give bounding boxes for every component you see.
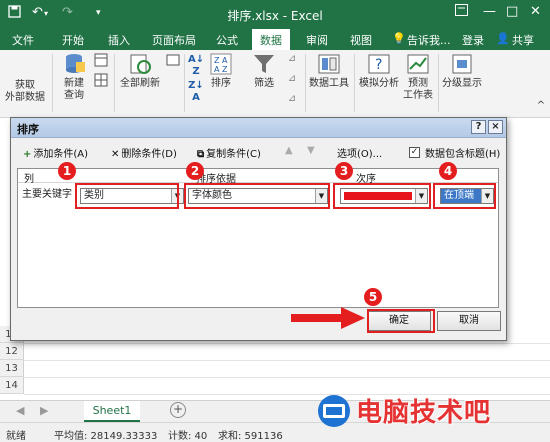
step-badge-3: 3 <box>335 162 353 180</box>
watermark-text: 电脑技术吧 <box>356 398 492 428</box>
copy-icon: ⧉ <box>197 149 205 160</box>
scroll-right-icon[interactable]: ▶ <box>40 404 48 417</box>
new-query-button[interactable]: 新建 查询 <box>56 52 92 102</box>
sort-az-icon: Z AA Z <box>210 53 232 75</box>
step-badge-5: 5 <box>364 288 382 306</box>
tab-page-layout[interactable]: 页面布局 <box>152 32 196 48</box>
svg-text:Z A: Z A <box>214 56 228 65</box>
forecast-icon <box>407 54 429 74</box>
data-tools-button[interactable]: 数据工具 <box>306 52 352 90</box>
move-down-icon[interactable]: ▼ <box>307 145 315 156</box>
minimize-icon[interactable]: — <box>483 4 496 19</box>
dialog-title-bar: 排序 ? × <box>11 118 506 138</box>
outline-button[interactable]: 分级显示 <box>440 52 484 90</box>
ribbon-options-icon[interactable] <box>455 4 468 20</box>
callout-box-2 <box>184 183 330 209</box>
move-up-icon[interactable]: ▲ <box>285 145 293 156</box>
dialog-toolbar: + 添加条件(A) ✕ 删除条件(D) ⧉ 复制条件(C) ▲ ▼ 选项(O)... … <box>11 142 506 164</box>
status-count: 计数: 40 <box>168 431 208 442</box>
maximize-icon[interactable]: □ <box>506 4 518 19</box>
cancel-button[interactable]: 取消 <box>437 311 501 331</box>
tab-insert[interactable]: 插入 <box>108 32 130 48</box>
from-table-icon[interactable] <box>92 73 110 91</box>
row-header[interactable]: 13 <box>0 360 24 377</box>
status-ready: 就绪 <box>6 431 26 442</box>
status-average: 平均值: 28149.33333 <box>54 431 158 442</box>
what-if-icon: ? <box>368 54 390 74</box>
primary-key-label: 主要关键字 <box>22 189 72 200</box>
options-button[interactable]: 选项(O)... <box>337 145 382 160</box>
watermark-logo-icon <box>318 395 350 427</box>
watermark: 电脑技术吧 <box>312 392 547 432</box>
tab-review[interactable]: 审阅 <box>306 32 328 48</box>
svg-text:A Z: A Z <box>214 65 228 74</box>
add-level-button[interactable]: + 添加条件(A) <box>23 145 88 160</box>
add-icon: + <box>23 149 32 160</box>
sign-in-link[interactable]: 登录 <box>462 32 484 48</box>
connections-icon[interactable] <box>164 53 182 71</box>
data-tools-icon <box>318 54 340 74</box>
show-queries-icon[interactable] <box>92 53 110 71</box>
column-header-col: 列 <box>24 174 34 185</box>
sort-ascending-icon[interactable]: A↓ Z <box>188 54 204 78</box>
callout-box-5 <box>367 309 435 333</box>
tab-data[interactable]: 数据 <box>252 29 290 50</box>
close-icon[interactable]: ✕ <box>530 4 541 19</box>
tab-home[interactable]: 开始 <box>62 32 84 48</box>
sheet-tab-sheet1[interactable]: Sheet1 <box>84 401 140 422</box>
sort-button[interactable]: Z AA Z 排序 <box>206 52 236 90</box>
tab-view[interactable]: 视图 <box>350 32 372 48</box>
collapse-ribbon-icon[interactable]: ^ <box>535 100 547 112</box>
sort-descending-icon[interactable]: Z↓ A <box>188 80 204 104</box>
database-icon <box>66 54 85 73</box>
outline-icon <box>452 54 472 74</box>
add-sheet-button[interactable]: + <box>170 402 186 418</box>
share-icon[interactable]: 👤 <box>496 32 510 45</box>
step-badge-2: 2 <box>186 162 204 180</box>
help-button[interactable]: ? <box>471 120 486 134</box>
sort-levels-header: 列 排序依据 次序 <box>18 169 498 185</box>
advanced-filter-icon[interactable]: ⊿ <box>283 93 301 105</box>
step-badge-4: 4 <box>439 162 457 180</box>
svg-text:?: ? <box>375 57 382 73</box>
reapply-icon[interactable]: ⊿ <box>283 73 301 85</box>
tab-formulas[interactable]: 公式 <box>216 32 238 48</box>
has-header-label: 数据包含标题(H) <box>425 149 501 160</box>
row-header[interactable]: 14 <box>0 377 24 394</box>
sort-dialog: 排序 ? × + 添加条件(A) ✕ 删除条件(D) ⧉ 复制条件(C) ▲ ▼ 选项… <box>10 117 507 341</box>
callout-box-4 <box>433 183 496 209</box>
tab-file[interactable]: 文件 <box>12 32 34 48</box>
clear-filter-icon[interactable]: ⊿ <box>283 53 301 65</box>
filter-button[interactable]: 筛选 <box>246 52 282 90</box>
delete-level-button[interactable]: ✕ 删除条件(D) <box>111 145 177 160</box>
refresh-all-button[interactable]: 全部刷新 <box>116 52 164 90</box>
filter-icon <box>254 55 274 73</box>
what-if-analysis-button[interactable]: ? 模拟分析 <box>356 52 402 90</box>
get-external-data-button[interactable]: 获取 外部数据 <box>2 80 48 104</box>
callout-box-1 <box>75 183 179 209</box>
dialog-close-button[interactable]: × <box>488 120 503 134</box>
has-header-checkbox[interactable]: ✓ <box>409 147 420 158</box>
scroll-left-icon[interactable]: ◀ <box>16 404 24 417</box>
delete-icon: ✕ <box>111 149 120 160</box>
share-button[interactable]: 共享 <box>512 32 534 48</box>
copy-level-button[interactable]: ⧉ 复制条件(C) <box>197 145 261 160</box>
lightbulb-icon: 💡 <box>392 32 406 45</box>
callout-box-3 <box>333 183 431 209</box>
refresh-icon <box>130 54 151 74</box>
tell-me-search[interactable]: 告诉我... <box>407 32 451 48</box>
dialog-title: 排序 <box>17 123 39 136</box>
ribbon-tabs: 文件 开始 插入 页面布局 公式 数据 审阅 视图 💡 告诉我... 登录 👤 … <box>0 28 550 50</box>
ribbon: 获取 外部数据 新建 查询 全部刷新 A↓ Z Z↓ A Z AA Z 排序 筛选 … <box>0 50 550 118</box>
status-sum: 求和: 591136 <box>218 431 283 442</box>
step-badge-1: 1 <box>58 162 76 180</box>
forecast-sheet-button[interactable]: 预测 工作表 <box>400 52 436 102</box>
title-bar: ↶ ▾ ↷ ▾ 排序.xlsx - Excel — □ ✕ <box>0 0 550 28</box>
row-header[interactable]: 12 <box>0 343 24 360</box>
arrow-right-icon <box>291 307 365 329</box>
